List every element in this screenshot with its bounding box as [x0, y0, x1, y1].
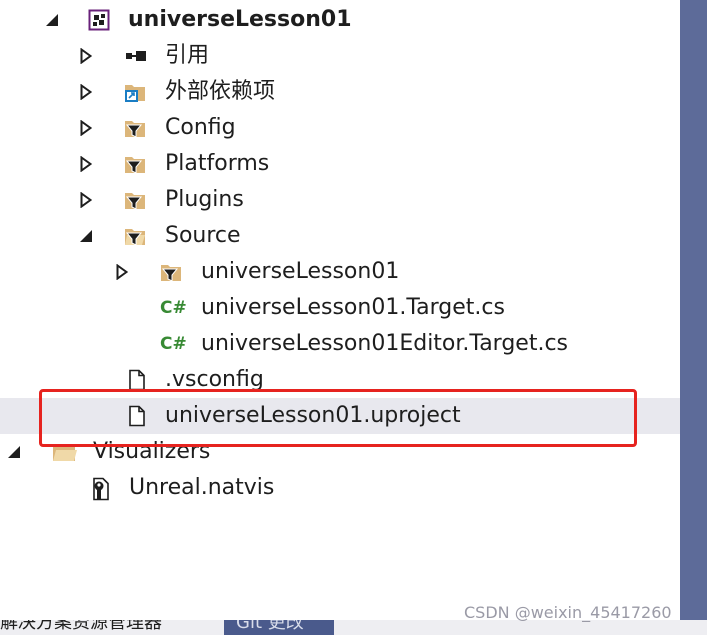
csharp-file-icon: C# — [160, 334, 187, 354]
filter-folder-icon — [124, 117, 146, 139]
tree-row-target-cs[interactable]: C# universeLesson01.Target.cs — [0, 290, 680, 326]
tree-row-platforms[interactable]: Platforms — [0, 146, 680, 182]
tree-label-target-cs: universeLesson01.Target.cs — [201, 295, 505, 320]
tree-label-natvis: Unreal.natvis — [129, 475, 275, 500]
filter-folder-icon — [124, 189, 146, 211]
collapsed-arrow-icon[interactable] — [112, 254, 132, 290]
filter-folder-open-icon — [124, 225, 146, 247]
collapsed-arrow-icon[interactable] — [76, 182, 96, 218]
tab-git-changes[interactable]: Git 更改 — [224, 620, 334, 635]
expanded-arrow-icon[interactable] — [42, 2, 62, 38]
tree-label-external-deps: 外部依赖项 — [165, 79, 276, 104]
tree-label-config: Config — [165, 115, 236, 140]
csharp-file-icon: C# — [160, 298, 187, 318]
tree-row-project[interactable]: universeLesson01 — [0, 2, 680, 38]
tree-row-plugins[interactable]: Plugins — [0, 182, 680, 218]
external-dependencies-icon — [124, 81, 146, 103]
collapsed-arrow-icon[interactable] — [76, 38, 96, 74]
tree-label-plugins: Plugins — [165, 187, 244, 212]
tree-label-editor-target-cs: universeLesson01Editor.Target.cs — [201, 331, 569, 356]
collapsed-arrow-icon[interactable] — [76, 110, 96, 146]
natvis-file-icon — [90, 477, 112, 501]
tree-label-references: 引用 — [165, 43, 210, 68]
references-icon — [124, 45, 146, 67]
tree-row-source[interactable]: Source — [0, 218, 680, 254]
tree-label-project: universeLesson01 — [128, 7, 352, 32]
expanded-arrow-icon[interactable] — [4, 434, 24, 470]
tree-label-source: Source — [165, 223, 241, 248]
watermark: CSDN @weixin_45417260 — [464, 603, 672, 622]
filter-folder-icon — [160, 261, 182, 283]
tree-label-platforms: Platforms — [165, 151, 270, 176]
expanded-arrow-icon[interactable] — [76, 218, 96, 254]
file-icon — [126, 369, 148, 391]
tree-label-source-folder: universeLesson01 — [201, 259, 400, 284]
tab-solution-explorer[interactable]: 解决方案资源管理器 — [0, 620, 162, 635]
tree-row-references[interactable]: 引用 — [0, 38, 680, 74]
solution-explorer-tree: universeLesson01 引用 外部依赖项 Config Platfor… — [0, 0, 680, 620]
bottom-tab-strip: 解决方案资源管理器 Git 更改 — [0, 620, 707, 635]
tree-row-editor-target-cs[interactable]: C# universeLesson01Editor.Target.cs — [0, 326, 680, 362]
window-border — [680, 0, 707, 620]
tree-row-config[interactable]: Config — [0, 110, 680, 146]
cpp-project-icon — [88, 9, 110, 31]
tree-row-source-folder[interactable]: universeLesson01 — [0, 254, 680, 290]
filter-folder-icon — [124, 153, 146, 175]
collapsed-arrow-icon[interactable] — [76, 74, 96, 110]
collapsed-arrow-icon[interactable] — [76, 146, 96, 182]
tree-row-natvis[interactable]: Unreal.natvis — [0, 470, 680, 506]
highlight-annotation-box — [39, 389, 637, 447]
tree-row-external-deps[interactable]: 外部依赖项 — [0, 74, 680, 110]
tab-git-changes-label: Git 更改 — [236, 620, 304, 633]
